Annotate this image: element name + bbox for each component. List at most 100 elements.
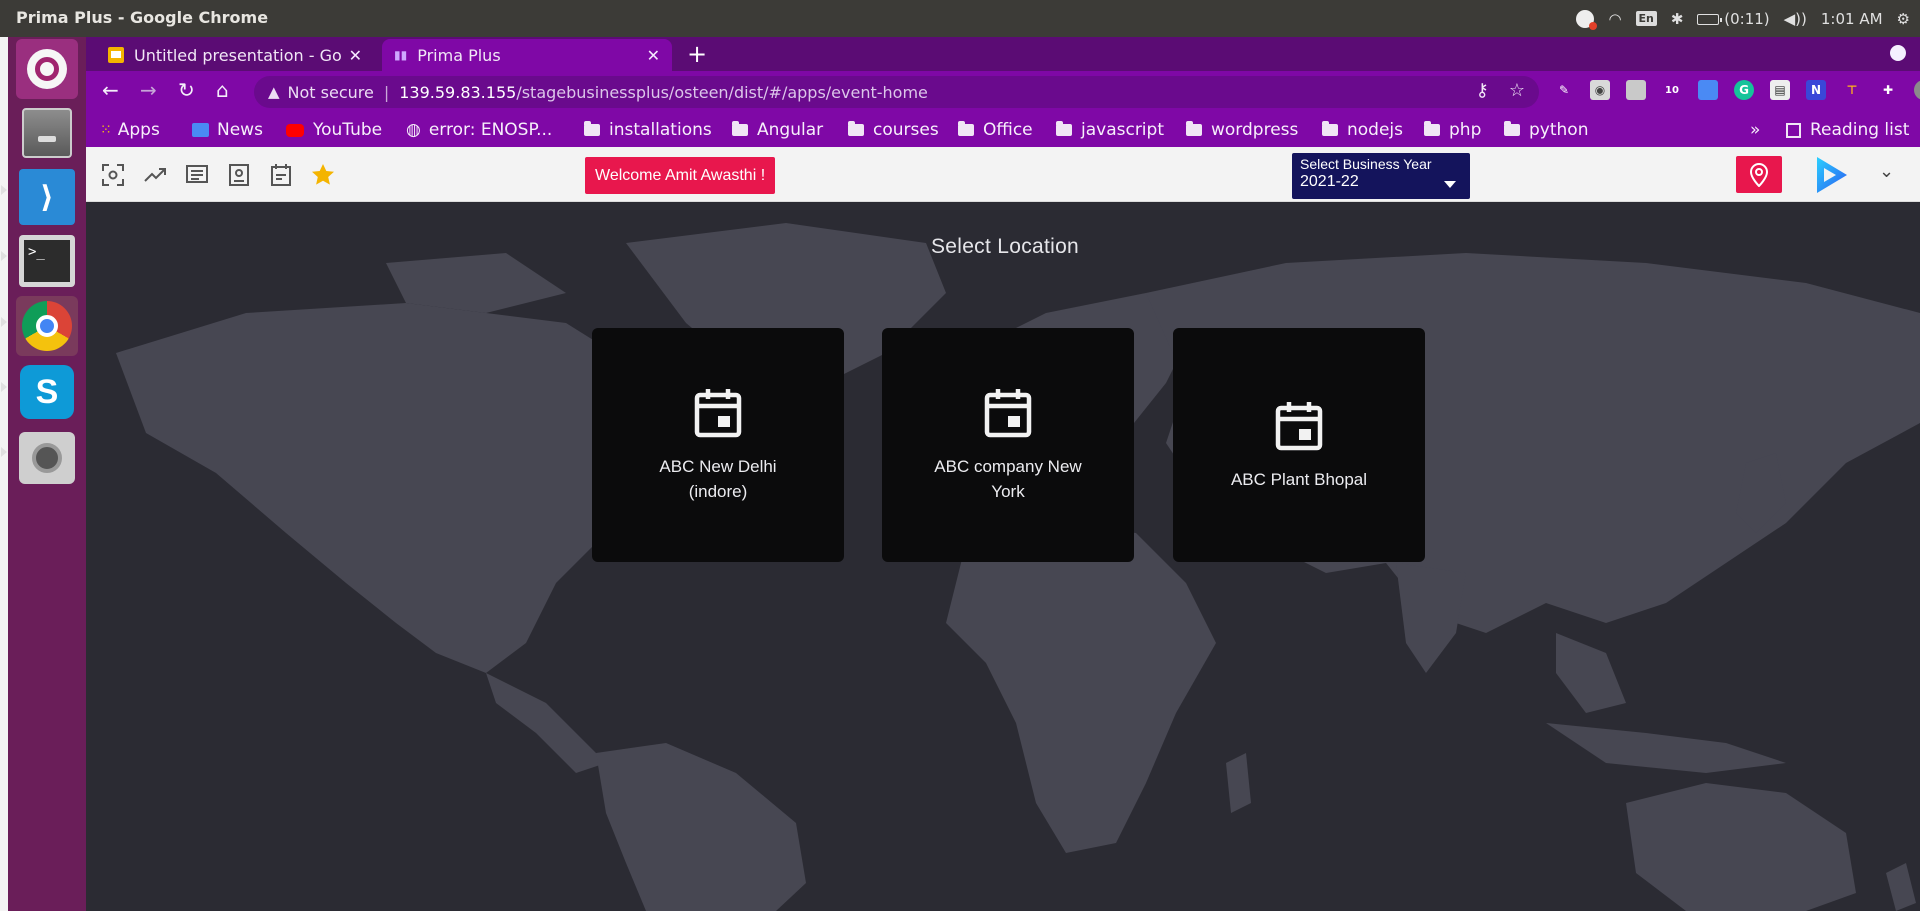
bookmark-label: nodejs bbox=[1347, 120, 1404, 140]
notification-icon[interactable] bbox=[1576, 9, 1598, 30]
tab-strip: Untitled presentation - Go ✕ ▮▮ Prima Pl… bbox=[86, 37, 1920, 71]
bookmark-php[interactable]: php bbox=[1424, 120, 1481, 140]
bookmark-label: php bbox=[1449, 120, 1482, 140]
bookmark-angular[interactable]: Angular bbox=[732, 120, 823, 140]
browser-toolbar: ← → ↻ ⌂ ▲ Not secure | 139.59.83.155 /st… bbox=[86, 71, 1920, 113]
terminal-icon[interactable]: >_ bbox=[16, 231, 78, 291]
warning-icon[interactable]: ▲ bbox=[268, 83, 280, 101]
apps-grid-icon: ⁙ bbox=[100, 122, 112, 138]
key-icon[interactable]: ⚷ bbox=[1476, 80, 1489, 101]
bookmark-installations[interactable]: installations bbox=[584, 120, 712, 140]
puzzle-extensions-icon[interactable]: ✚ bbox=[1878, 80, 1898, 100]
back-arrow-icon[interactable]: ← bbox=[102, 78, 119, 102]
security-label[interactable]: Not secure bbox=[288, 83, 374, 102]
contact-card-icon[interactable] bbox=[226, 162, 252, 188]
ext-doc-icon[interactable]: ▤ bbox=[1770, 80, 1790, 100]
launcher-indicator bbox=[1, 251, 7, 261]
tab-title: Prima Plus bbox=[417, 45, 501, 65]
folder-icon bbox=[1056, 121, 1072, 136]
bookmark-label: Angular bbox=[757, 120, 824, 140]
bookmark-label: javascript bbox=[1081, 120, 1164, 140]
grammarly-icon[interactable]: G bbox=[1734, 80, 1754, 100]
chevron-down-icon[interactable]: ⌄ bbox=[1879, 161, 1894, 182]
bookmark-label: error: ENOSP... bbox=[428, 120, 553, 140]
youtube-icon bbox=[286, 123, 304, 137]
page-title: Select Location bbox=[930, 235, 1080, 258]
folder-icon bbox=[732, 121, 748, 136]
screenshot-extension-icon[interactable]: ◉ bbox=[1590, 80, 1610, 100]
location-name: ABC Plant Bhopal bbox=[1230, 469, 1368, 489]
profile-avatar[interactable] bbox=[1914, 80, 1920, 100]
business-year-select[interactable]: Select Business Year 2021-22 bbox=[1292, 153, 1470, 199]
prima-plus-app: Welcome Amit Awasthi ! Select Business Y… bbox=[86, 147, 1920, 911]
chrome-icon[interactable] bbox=[16, 296, 78, 356]
bookmark-news[interactable]: News bbox=[192, 120, 263, 140]
bluetooth-icon[interactable]: ✱ bbox=[1671, 10, 1684, 28]
list-report-icon[interactable] bbox=[184, 162, 210, 188]
bookmark-star-icon[interactable]: ☆ bbox=[1509, 80, 1525, 101]
bookmarks-overflow-button[interactable]: » bbox=[1750, 120, 1760, 140]
chart-favicon-icon: ▮▮ bbox=[394, 48, 408, 62]
ext-gray-icon[interactable] bbox=[1626, 80, 1646, 100]
address-bar[interactable]: ▲ Not secure | 139.59.83.155 /stagebusin… bbox=[254, 76, 1539, 108]
calendar-icon bbox=[694, 389, 742, 438]
bookmark-youtube[interactable]: YouTube bbox=[286, 120, 382, 140]
bookmark-python[interactable]: python bbox=[1504, 120, 1588, 140]
vscode-icon[interactable]: ⟩ bbox=[16, 167, 78, 227]
ubuntu-home-icon[interactable] bbox=[16, 39, 78, 99]
bookmark-wordpress[interactable]: wordpress bbox=[1186, 120, 1298, 140]
pen-extension-icon[interactable]: ✎ bbox=[1554, 80, 1574, 100]
star-icon[interactable] bbox=[310, 162, 336, 188]
badge-extension-icon[interactable]: 10 bbox=[1662, 80, 1682, 100]
bookmark-apps[interactable]: ⁙ Apps bbox=[100, 120, 160, 140]
slides-icon bbox=[108, 47, 124, 63]
camera-icon[interactable] bbox=[16, 428, 78, 488]
prima-logo-icon[interactable] bbox=[1809, 153, 1853, 197]
tab-prima-plus[interactable]: ▮▮ Prima Plus ✕ bbox=[382, 39, 672, 71]
home-icon[interactable]: ⌂ bbox=[216, 78, 229, 102]
volume-icon[interactable]: ◀)) bbox=[1784, 10, 1807, 28]
close-tab-icon[interactable]: ✕ bbox=[647, 46, 660, 65]
bookmark-office[interactable]: Office bbox=[958, 120, 1033, 140]
location-name: ABC New Delhi (indore) bbox=[659, 457, 777, 501]
ext-n-icon[interactable]: N bbox=[1806, 80, 1826, 100]
battery-indicator[interactable]: (0:11) bbox=[1697, 10, 1770, 28]
translate-extension-icon[interactable] bbox=[1698, 80, 1718, 100]
scan-icon[interactable] bbox=[100, 162, 126, 188]
bookmark-nodejs[interactable]: nodejs bbox=[1322, 120, 1403, 140]
files-icon[interactable] bbox=[16, 103, 78, 163]
event-note-icon[interactable] bbox=[268, 162, 294, 188]
business-year-label: Select Business Year bbox=[1300, 156, 1432, 172]
location-card[interactable]: ABC Plant Bhopal bbox=[1173, 328, 1425, 562]
forward-arrow-icon[interactable]: → bbox=[140, 78, 157, 102]
skype-icon[interactable]: S bbox=[16, 362, 78, 422]
reading-list-button[interactable]: Reading list bbox=[1786, 120, 1909, 140]
bookmark-error[interactable]: ◍ error: ENOSP... bbox=[406, 120, 552, 140]
news-icon bbox=[192, 123, 209, 137]
location-card[interactable]: ABC company New York bbox=[882, 328, 1134, 562]
bookmark-label: Apps bbox=[117, 120, 160, 140]
launcher-indicator bbox=[1, 185, 7, 195]
bookmark-javascript[interactable]: javascript bbox=[1056, 120, 1164, 140]
reload-icon[interactable]: ↻ bbox=[178, 78, 195, 102]
tab-search-icon[interactable] bbox=[1890, 45, 1906, 61]
location-name: ABC company New York bbox=[934, 457, 1082, 501]
bookmark-courses[interactable]: courses bbox=[848, 120, 939, 140]
keyboard-layout-indicator[interactable]: En bbox=[1635, 11, 1657, 26]
launcher-indicator bbox=[1, 447, 7, 457]
new-tab-button[interactable]: + bbox=[687, 40, 707, 68]
tab-untitled-presentation[interactable]: Untitled presentation - Go ✕ bbox=[96, 39, 374, 71]
bookmark-label: python bbox=[1529, 120, 1589, 140]
close-tab-icon[interactable]: ✕ bbox=[349, 46, 362, 65]
trending-up-icon[interactable] bbox=[142, 162, 168, 188]
bookmark-label: installations bbox=[609, 120, 712, 140]
settings-gear-icon[interactable]: ⚙ bbox=[1897, 10, 1910, 28]
ext-orange-icon[interactable]: ⊤ bbox=[1842, 80, 1862, 100]
location-button[interactable] bbox=[1736, 156, 1782, 193]
clock[interactable]: 1:01 AM bbox=[1821, 10, 1883, 28]
location-card[interactable]: ABC New Delhi (indore) bbox=[592, 328, 844, 562]
bookmark-label: News bbox=[217, 120, 263, 140]
location-pin-icon bbox=[1749, 162, 1769, 187]
wifi-icon[interactable]: ◠ bbox=[1608, 10, 1621, 28]
divider: | bbox=[383, 82, 390, 102]
